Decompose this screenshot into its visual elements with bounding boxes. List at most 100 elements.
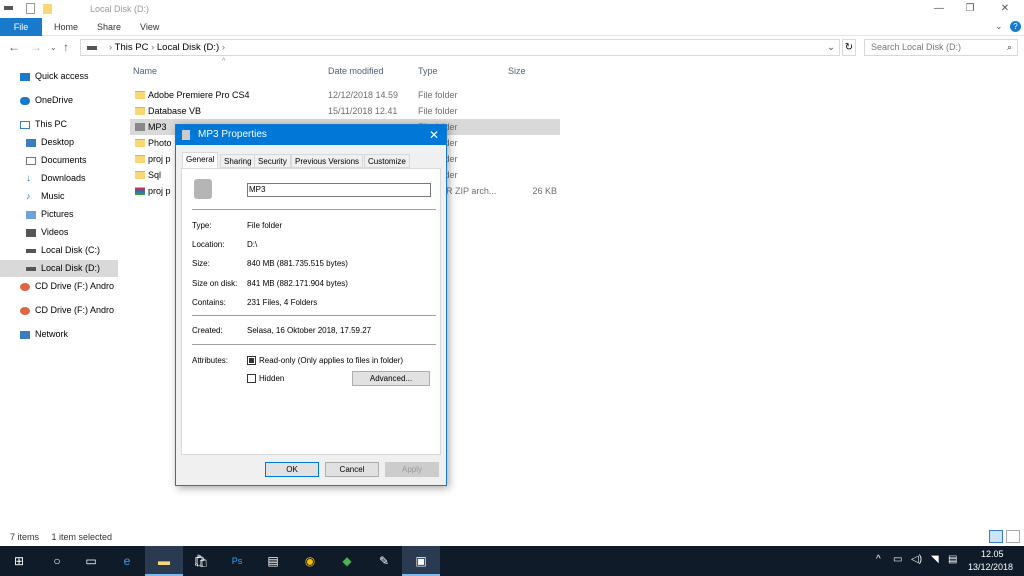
sidebar-label: Local Disk (C:) bbox=[41, 245, 101, 255]
sidebar-label: Desktop bbox=[41, 137, 75, 147]
item-count: 7 items bbox=[10, 532, 40, 542]
window-title: Local Disk (D:) bbox=[90, 4, 150, 14]
property-label: Size: bbox=[192, 259, 210, 268]
sidebar-item-downloads[interactable]: ↓ Downloads bbox=[0, 170, 118, 187]
minimize-button[interactable]: — bbox=[924, 0, 954, 18]
property-value: D:\ bbox=[247, 240, 258, 249]
start-icon[interactable]: ⊞ bbox=[0, 546, 38, 576]
divider bbox=[192, 344, 436, 345]
folder-icon bbox=[135, 171, 145, 179]
address-bar[interactable]: › This PC › Local Disk (D:) › ⌄ bbox=[80, 39, 840, 56]
tab-general[interactable]: General bbox=[182, 152, 219, 169]
sidebar-item-desktop[interactable]: Desktop bbox=[0, 134, 118, 151]
file-explorer-icon[interactable]: ▬ bbox=[145, 546, 183, 576]
sort-up-icon: ^ bbox=[222, 58, 226, 65]
folder-name-input[interactable]: MP3 bbox=[247, 183, 431, 197]
close-button[interactable]: ✕ bbox=[990, 0, 1020, 18]
properties-icon[interactable] bbox=[26, 3, 35, 14]
property-label: Contains: bbox=[192, 298, 226, 307]
up-icon[interactable]: ↑ bbox=[63, 40, 69, 54]
sidebar-item-quick-access[interactable]: Quick access bbox=[0, 68, 118, 85]
clock-time[interactable]: 12.05 bbox=[981, 549, 1004, 559]
sidebar-item-videos[interactable]: Videos bbox=[0, 224, 118, 241]
edge-icon[interactable]: e bbox=[108, 546, 146, 576]
dropdown-icon[interactable]: ⌄ bbox=[827, 40, 835, 55]
chrome-icon[interactable]: ◉ bbox=[291, 546, 329, 576]
app-icon[interactable]: ◆ bbox=[328, 546, 366, 576]
sidebar-label: This PC bbox=[35, 119, 68, 129]
breadcrumb-this-pc[interactable]: This PC bbox=[115, 42, 149, 53]
sidebar-item-this-pc[interactable]: This PC bbox=[0, 116, 118, 133]
app-icon[interactable]: ✎ bbox=[365, 546, 403, 576]
column-date[interactable]: Date modified bbox=[328, 66, 384, 76]
apply-button[interactable]: Apply bbox=[385, 462, 439, 477]
clock-date[interactable]: 13/12/2018 bbox=[968, 562, 1013, 572]
sidebar-item-local-disk-d[interactable]: Local Disk (D:) bbox=[0, 260, 118, 277]
sidebar-label: Local Disk (D:) bbox=[41, 263, 101, 273]
breadcrumb-local-disk[interactable]: Local Disk (D:) bbox=[157, 42, 219, 53]
store-icon[interactable]: 🛍 bbox=[182, 546, 220, 576]
property-label: Type: bbox=[192, 221, 212, 230]
tab-view[interactable]: View bbox=[128, 18, 171, 36]
back-icon[interactable]: ← bbox=[8, 40, 20, 54]
tab-previous-versions[interactable]: Previous Versions bbox=[291, 154, 364, 168]
large-icons-view-icon[interactable] bbox=[1006, 530, 1020, 543]
hidden-label: Hidden bbox=[259, 374, 285, 383]
column-size[interactable]: Size bbox=[508, 66, 526, 76]
ok-button[interactable]: OK bbox=[265, 462, 319, 477]
tab-file[interactable]: File bbox=[0, 18, 42, 36]
details-view-icon[interactable] bbox=[989, 530, 1003, 543]
sidebar-item-network[interactable]: Network bbox=[0, 326, 118, 343]
refresh-icon[interactable]: ↻ bbox=[842, 39, 856, 56]
search-input[interactable]: Search Local Disk (D:) ⌕ bbox=[864, 39, 1018, 56]
chevron-up-icon[interactable]: ^ bbox=[876, 554, 881, 565]
tab-home[interactable]: Home bbox=[42, 18, 90, 36]
hidden-checkbox[interactable] bbox=[247, 374, 256, 383]
cd-icon bbox=[20, 306, 30, 315]
tab-customize[interactable]: Customize bbox=[364, 154, 410, 168]
file-row[interactable]: Database VB 15/11/2018 12.41 File folder bbox=[130, 103, 560, 119]
app-icon[interactable]: ▤ bbox=[254, 546, 292, 576]
cancel-button[interactable]: Cancel bbox=[325, 462, 379, 477]
sidebar-item-music[interactable]: ♪ Music bbox=[0, 188, 118, 205]
volume-icon[interactable]: ◁) bbox=[911, 554, 922, 565]
drive-icon bbox=[4, 6, 13, 10]
search-icon[interactable]: ○ bbox=[38, 546, 76, 576]
column-type[interactable]: Type bbox=[418, 66, 438, 76]
advanced-button[interactable]: Advanced... bbox=[352, 371, 430, 386]
sidebar-item-pictures[interactable]: Pictures bbox=[0, 206, 118, 223]
battery-icon[interactable]: ▭ bbox=[893, 554, 902, 565]
recent-chevron-icon[interactable]: ⌄ bbox=[50, 43, 57, 52]
readonly-checkbox[interactable] bbox=[247, 356, 256, 365]
search-placeholder: Search Local Disk (D:) bbox=[871, 42, 962, 52]
column-name[interactable]: Name bbox=[133, 66, 157, 76]
title-bar: Local Disk (D:) — ❐ ✕ bbox=[0, 0, 1024, 18]
file-date: 15/11/2018 12.41 bbox=[328, 106, 398, 116]
tab-share[interactable]: Share bbox=[85, 18, 133, 36]
cd-icon bbox=[20, 282, 30, 291]
help-icon[interactable]: ? bbox=[1010, 21, 1021, 32]
dialog-close-button[interactable]: ✕ bbox=[429, 125, 439, 145]
desktop-icon bbox=[26, 138, 36, 147]
sidebar-item-cd-drive[interactable]: CD Drive (F:) Andro bbox=[0, 278, 118, 295]
photoshop-icon[interactable]: Ps bbox=[218, 546, 256, 576]
taskbar: ⊞ ○ ▭ e ▬ 🛍 Ps ▤ ◉ ◆ ✎ ▣ ^ ▭ ◁) ◥ ▤ 12.0… bbox=[0, 546, 1024, 576]
task-view-icon[interactable]: ▭ bbox=[72, 546, 110, 576]
chevron-down-icon[interactable]: ⌄ bbox=[995, 21, 1003, 32]
new-folder-icon[interactable] bbox=[43, 4, 52, 14]
forward-icon[interactable]: → bbox=[30, 40, 42, 54]
maximize-button[interactable]: ❐ bbox=[955, 0, 985, 18]
file-row[interactable]: Adobe Premiere Pro CS4 12/12/2018 14.59 Fi… bbox=[130, 87, 560, 103]
sidebar-item-local-disk-c[interactable]: Local Disk (C:) bbox=[0, 242, 118, 259]
star-icon bbox=[20, 72, 30, 81]
properties-window-icon[interactable]: ▣ bbox=[402, 546, 440, 576]
sidebar-item-onedrive[interactable]: OneDrive bbox=[0, 92, 118, 109]
sidebar-item-cd-drive-2[interactable]: CD Drive (F:) Andro bbox=[0, 302, 118, 319]
wifi-icon[interactable]: ◥ bbox=[931, 554, 939, 565]
divider bbox=[192, 315, 436, 316]
notification-icon[interactable]: ▤ bbox=[948, 554, 957, 565]
tab-sharing[interactable]: Sharing bbox=[220, 154, 256, 168]
tab-security[interactable]: Security bbox=[254, 154, 291, 168]
property-value: 841 MB (882.171.904 bytes) bbox=[247, 279, 348, 288]
sidebar-item-documents[interactable]: Documents bbox=[0, 152, 118, 169]
